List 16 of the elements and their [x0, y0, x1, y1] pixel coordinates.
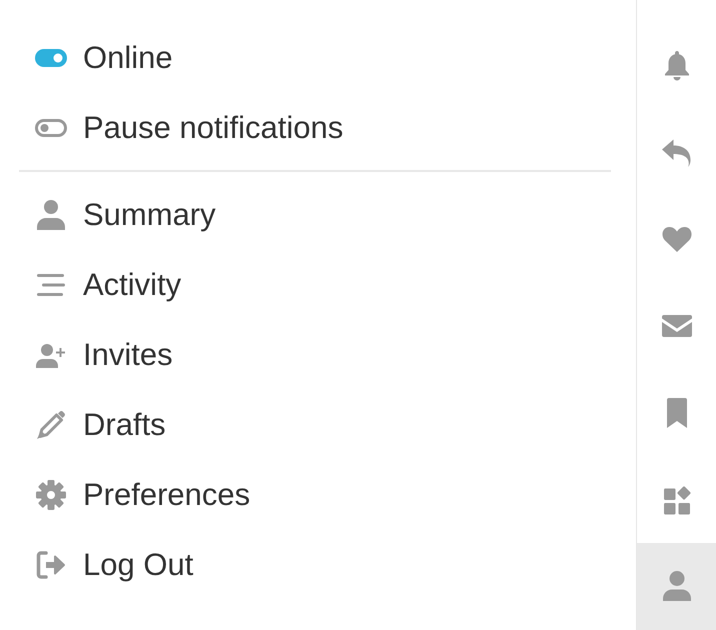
pencil-icon [35, 409, 67, 441]
sidebar-button[interactable] [637, 543, 716, 630]
menu-item[interactable]: Summary [35, 196, 216, 234]
person-icon [660, 570, 692, 602]
toggle-label: Online [83, 39, 173, 77]
menu-item[interactable]: Invites [35, 336, 173, 374]
menu-item[interactable]: Log Out [35, 546, 194, 584]
menu-item[interactable]: Activity [35, 266, 182, 304]
toggle-label: Pause notifications [83, 109, 344, 147]
person-icon [35, 199, 67, 231]
exit-arrow-icon [35, 549, 67, 581]
menu-item[interactable]: Drafts [35, 406, 166, 444]
toggle-switch[interactable] [35, 119, 67, 137]
toggle-switch[interactable] [35, 49, 67, 67]
menu-item[interactable]: Preferences [35, 476, 250, 514]
gear-icon [35, 479, 67, 511]
